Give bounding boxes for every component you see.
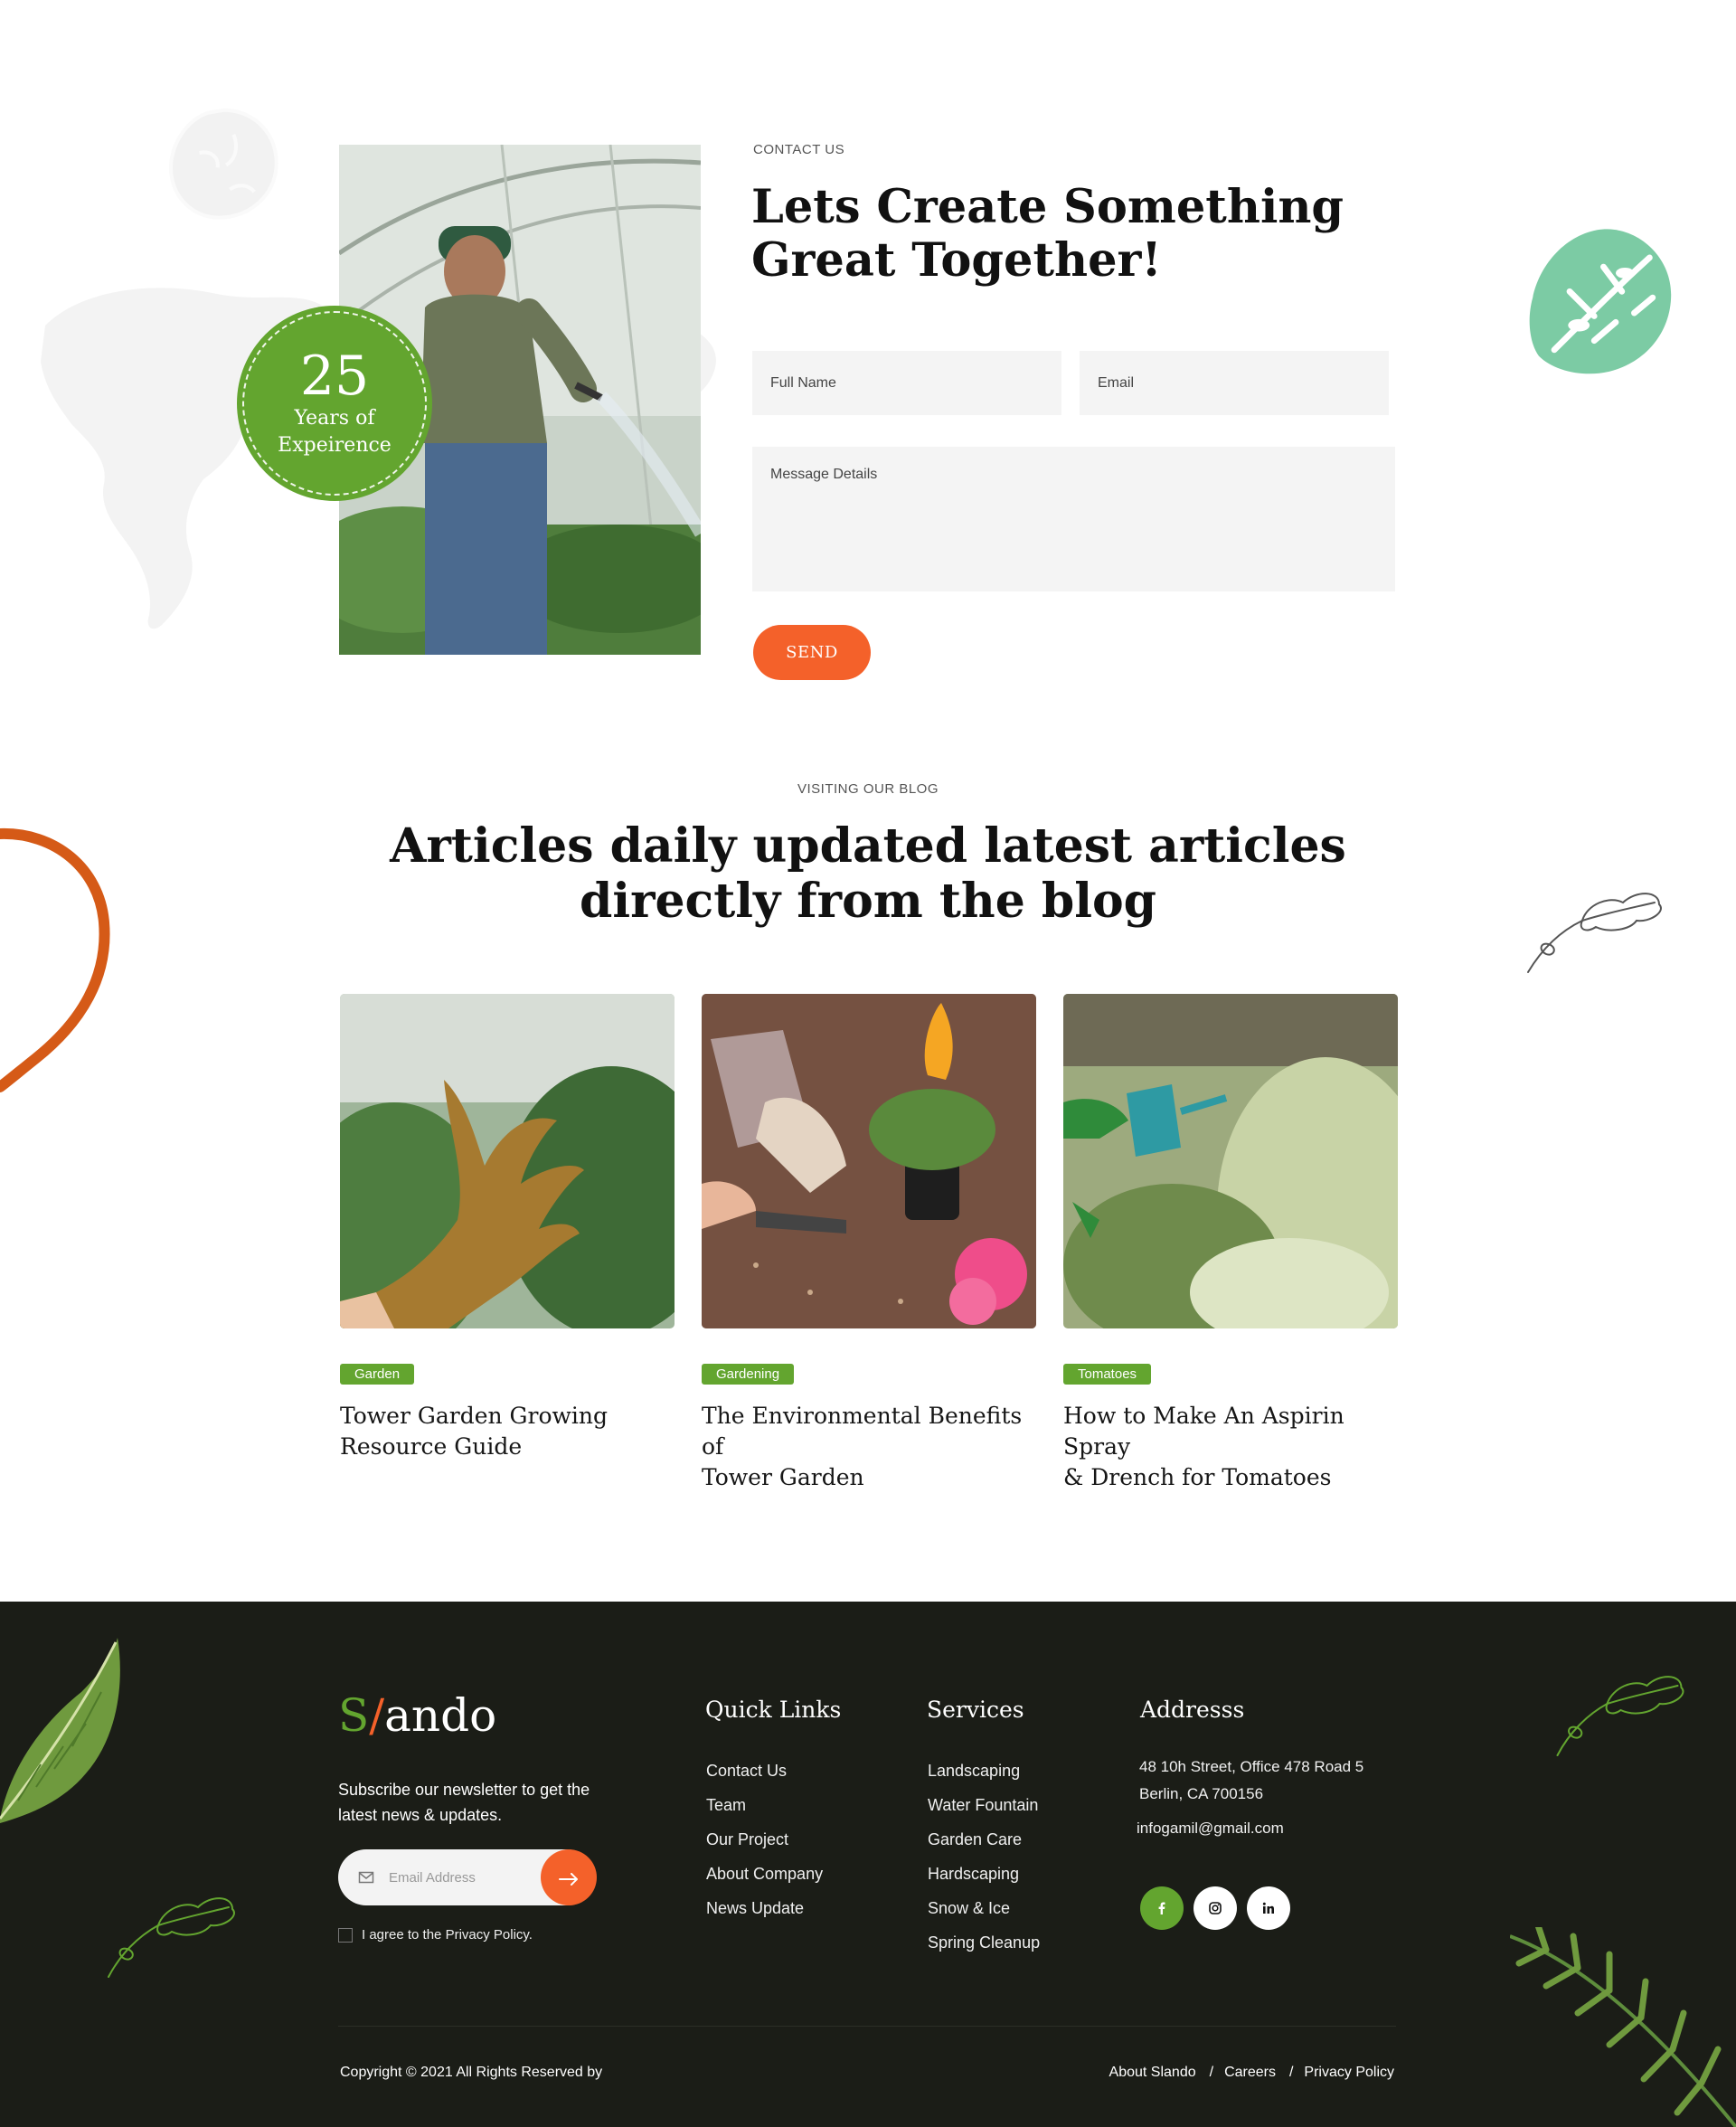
blog-title-line-2: directly from the blog <box>579 874 1157 929</box>
services-list: Landscaping Water Fountain Garden Care H… <box>928 1754 1040 1960</box>
blog-post-title-line-1[interactable]: The Environmental Benefits of <box>702 1403 1022 1460</box>
facebook-icon <box>1158 1902 1165 1914</box>
blog-title: Articles daily updated latest articles d… <box>0 818 1736 929</box>
contact-eyebrow: CONTACT US <box>753 142 845 157</box>
blog-card[interactable]: Tomatoes How to Make An Aspirin Spray & … <box>1063 994 1398 1493</box>
badge-line-1: Years of <box>294 407 375 430</box>
blog-post-title-line-1[interactable]: Tower Garden Growing <box>340 1403 608 1429</box>
experience-badge: 25 Years of Expeirence <box>237 306 432 501</box>
contact-title: Lets Create Something Great Together! <box>751 181 1384 288</box>
service-snow-ice[interactable]: Snow & Ice <box>928 1891 1040 1925</box>
address-line-2: Berlin, CA 700156 <box>1139 1785 1264 1802</box>
monstera-leaf-gray-decoration <box>168 108 278 220</box>
slando-logo[interactable]: S/ando <box>338 1688 496 1743</box>
newsletter-email-input[interactable] <box>389 1849 524 1905</box>
footer-divider <box>338 2026 1396 2027</box>
service-hardscaping[interactable]: Hardscaping <box>928 1857 1040 1891</box>
blog-post-title[interactable]: The Environmental Benefits of Tower Gard… <box>702 1401 1036 1493</box>
badge-number: 25 <box>299 345 370 408</box>
badge-line-2: Expeirence <box>278 434 392 457</box>
glove-hand-photo[interactable] <box>340 994 675 1328</box>
quick-link-our-project[interactable]: Our Project <box>706 1822 823 1857</box>
newsletter-line-2: latest news & updates. <box>338 1806 503 1824</box>
quick-link-team[interactable]: Team <box>706 1788 823 1822</box>
blog-card[interactable]: Gardening The Environmental Benefits of … <box>702 994 1036 1493</box>
privacy-agree[interactable]: I agree to the Privacy Policy. <box>338 1927 533 1943</box>
blog-post-title-line-2[interactable]: Resource Guide <box>340 1433 522 1460</box>
legal-link-about[interactable]: About Slando <box>1109 2065 1196 2081</box>
newsletter-text: Subscribe our newsletter to get the late… <box>338 1777 609 1828</box>
newsletter-submit-button[interactable] <box>541 1849 597 1905</box>
address-title: Addresss <box>1140 1697 1245 1723</box>
privacy-checkbox[interactable] <box>338 1927 353 1943</box>
monstera-leaf-green-decoration <box>1529 229 1672 374</box>
legal-separator: / <box>1209 2065 1214 2080</box>
send-button[interactable]: SEND <box>753 625 871 680</box>
arrow-right-icon <box>559 1873 578 1886</box>
instagram-icon <box>1209 1902 1222 1914</box>
blog-tag[interactable]: Gardening <box>702 1364 795 1385</box>
sketch-leaf-green-decoration <box>108 1897 235 1978</box>
planting-flower-photo[interactable] <box>702 994 1036 1328</box>
legal-separator: / <box>1288 2065 1294 2080</box>
privacy-agree-label[interactable]: I agree to the Privacy Policy. <box>362 1927 533 1943</box>
blog-post-title[interactable]: How to Make An Aspirin Spray & Drench fo… <box>1063 1401 1398 1493</box>
message-details-textarea[interactable] <box>752 447 1395 591</box>
address-text: 48 10h Street, Office 478 Road 5 Berlin,… <box>1139 1754 1410 1808</box>
blog-post-title-line-1[interactable]: How to Make An Aspirin Spray <box>1063 1403 1344 1460</box>
sketch-leaf-green-decoration <box>1556 1676 1684 1756</box>
blog-eyebrow: VISITING OUR BLOG <box>797 781 939 797</box>
instagram-button[interactable] <box>1194 1886 1237 1930</box>
quick-links-title: Quick Links <box>705 1697 842 1723</box>
service-water-fountain[interactable]: Water Fountain <box>928 1788 1040 1822</box>
watering-can-photo[interactable] <box>1063 994 1398 1328</box>
quick-link-about-company[interactable]: About Company <box>706 1857 823 1891</box>
quick-links-list: Contact Us Team Our Project About Compan… <box>706 1754 823 1925</box>
service-landscaping[interactable]: Landscaping <box>928 1754 1040 1788</box>
contact-title-line-1: Lets Create Something <box>751 180 1344 234</box>
quick-link-news-update[interactable]: News Update <box>706 1891 823 1925</box>
service-garden-care[interactable]: Garden Care <box>928 1822 1040 1857</box>
linkedin-icon <box>1262 1902 1274 1914</box>
full-name-input[interactable] <box>752 351 1061 415</box>
site-footer: S/ando Subscribe our newsletter to get t… <box>0 1602 1736 2127</box>
email-input[interactable] <box>1080 351 1389 415</box>
mail-icon <box>358 1871 374 1884</box>
palm-leaf-decoration <box>1510 1927 1736 2127</box>
blog-post-title-line-2[interactable]: Tower Garden <box>702 1464 864 1490</box>
blog-tag[interactable]: Garden <box>340 1364 415 1385</box>
copyright-text: Copyright © 2021 All Rights Reserved by <box>340 2065 603 2080</box>
facebook-button[interactable] <box>1140 1886 1184 1930</box>
tropical-leaf-decoration <box>0 1638 120 1823</box>
contact-email[interactable]: infogamil@gmail.com <box>1137 1815 1284 1842</box>
linkedin-button[interactable] <box>1247 1886 1290 1930</box>
newsletter-line-1: Subscribe our newsletter to get the <box>338 1781 590 1799</box>
blog-post-title-line-2[interactable]: & Drench for Tomatoes <box>1063 1464 1331 1490</box>
blog-post-title[interactable]: Tower Garden Growing Resource Guide <box>340 1401 675 1462</box>
quick-link-contact-us[interactable]: Contact Us <box>706 1754 823 1788</box>
legal-links: About Slando / Careers / Privacy Policy <box>1109 2065 1394 2081</box>
contact-title-line-2: Great Together! <box>751 233 1162 288</box>
logo-letter-s: S <box>338 1689 370 1742</box>
logo-slash: / <box>369 1689 385 1742</box>
logo-rest: ando <box>384 1689 497 1742</box>
blog-tag[interactable]: Tomatoes <box>1063 1364 1152 1385</box>
legal-link-privacy[interactable]: Privacy Policy <box>1304 2065 1394 2081</box>
services-title: Services <box>927 1697 1024 1723</box>
service-spring-cleanup[interactable]: Spring Cleanup <box>928 1925 1040 1960</box>
blog-card[interactable]: Garden Tower Garden Growing Resource Gui… <box>340 994 675 1462</box>
address-line-1: 48 10h Street, Office 478 Road 5 <box>1139 1758 1364 1775</box>
blog-title-line-1: Articles daily updated latest articles <box>390 818 1346 874</box>
legal-link-careers[interactable]: Careers <box>1224 2065 1276 2081</box>
